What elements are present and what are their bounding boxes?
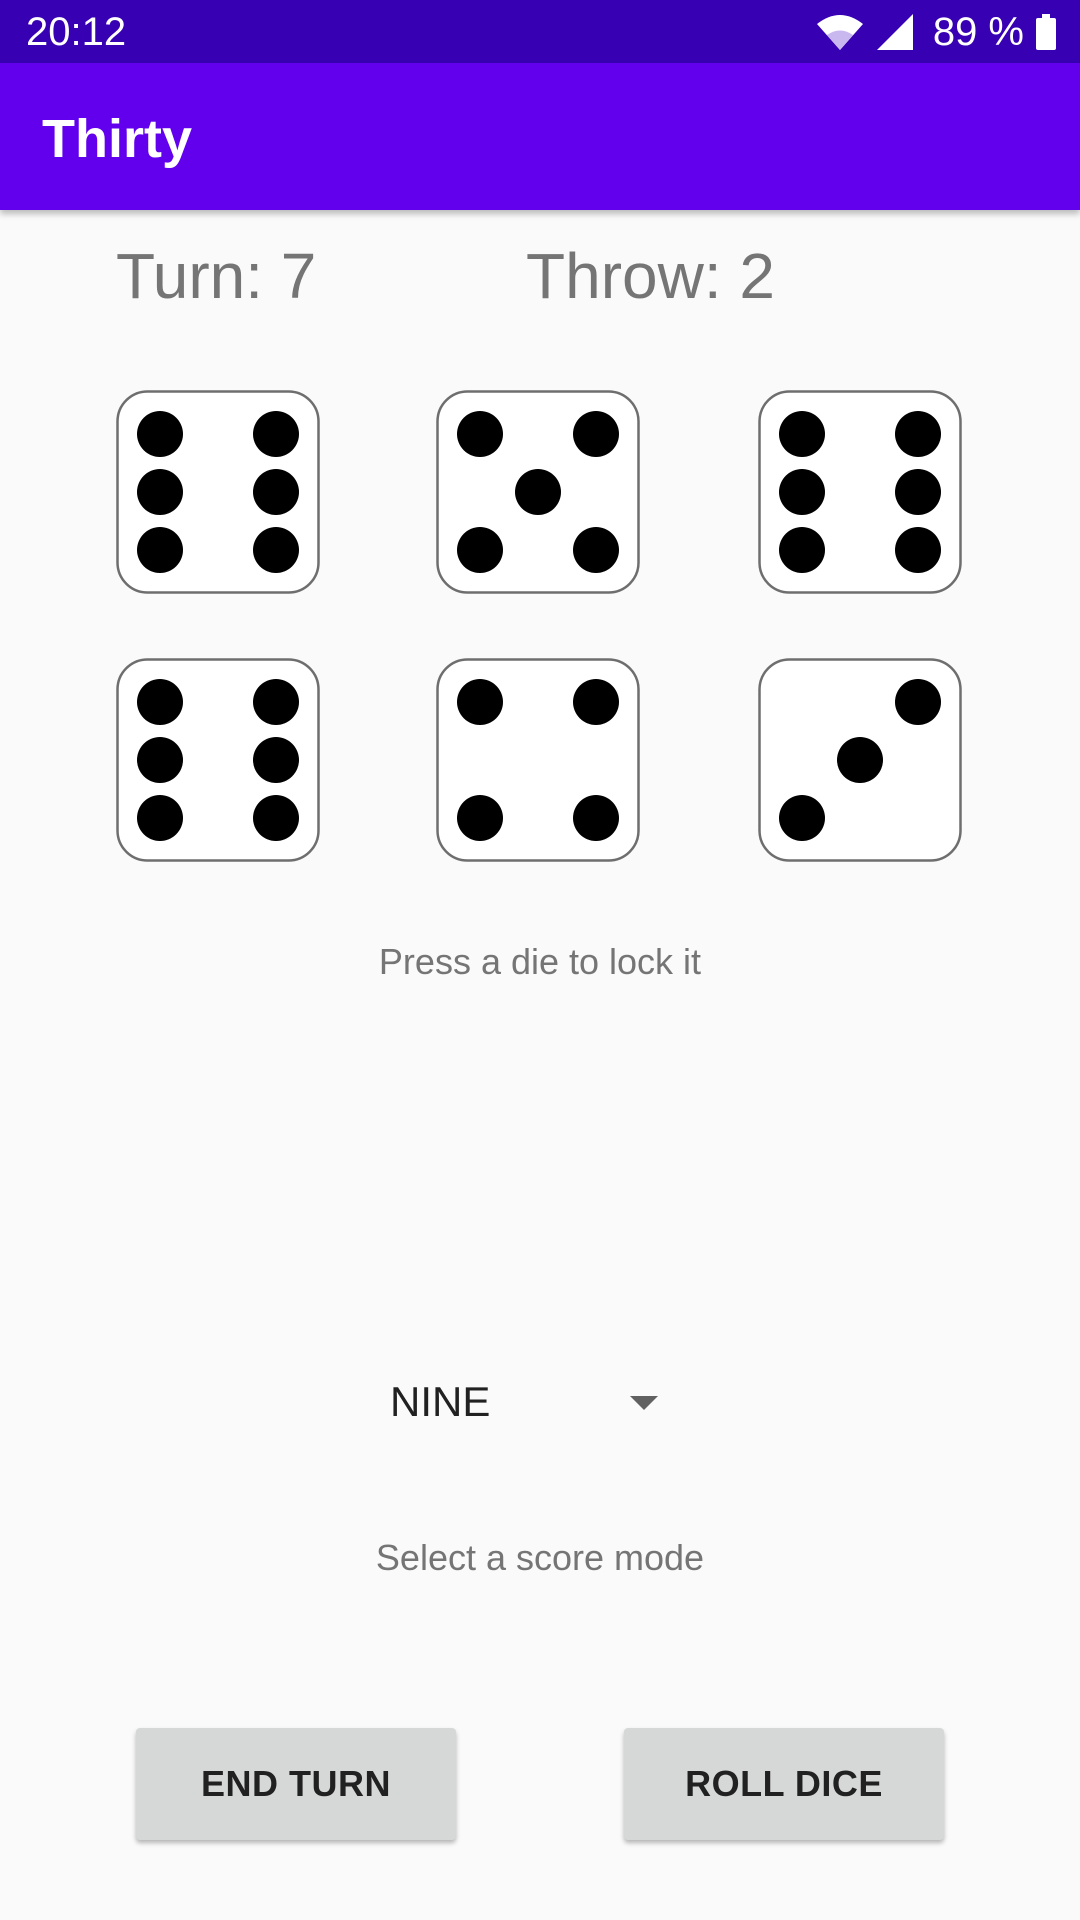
score-mode-spinner[interactable]: NINE xyxy=(372,1370,672,1434)
die-4[interactable] xyxy=(116,658,320,862)
die-face-icon xyxy=(758,658,962,862)
die-pip xyxy=(137,469,183,515)
signal-icon xyxy=(875,12,915,52)
die-pip xyxy=(137,737,183,783)
die-pip xyxy=(779,795,825,841)
die-pip xyxy=(253,679,299,725)
die-pip xyxy=(137,795,183,841)
end-turn-button[interactable]: END TURN xyxy=(136,1728,456,1840)
die-2[interactable] xyxy=(436,390,640,594)
die-pip xyxy=(573,527,619,573)
die-pip xyxy=(895,411,941,457)
die-pip xyxy=(253,795,299,841)
die-pip xyxy=(457,795,503,841)
die-pip xyxy=(779,411,825,457)
die-5[interactable] xyxy=(436,658,640,862)
die-pip xyxy=(837,737,883,783)
die-pip xyxy=(253,737,299,783)
die-face-icon xyxy=(436,390,640,594)
die-face-icon xyxy=(758,390,962,594)
die-6[interactable] xyxy=(758,658,962,862)
die-pip xyxy=(573,411,619,457)
status-bar: 20:12 89 % xyxy=(0,0,1080,63)
die-pip xyxy=(895,469,941,515)
die-face-icon xyxy=(436,658,640,862)
die-pip xyxy=(573,679,619,725)
die-pip xyxy=(573,795,619,841)
die-pip xyxy=(253,411,299,457)
battery-icon xyxy=(1036,14,1056,50)
dropdown-arrow-icon xyxy=(630,1396,658,1410)
die-pip xyxy=(779,527,825,573)
die-face-icon xyxy=(116,658,320,862)
die-pip xyxy=(253,527,299,573)
die-pip xyxy=(895,527,941,573)
app-title: Thirty xyxy=(42,109,193,169)
turn-counter: Turn: 7 xyxy=(116,240,317,312)
status-time: 20:12 xyxy=(26,10,127,54)
score-mode-hint: Select a score mode xyxy=(375,1537,705,1578)
status-icons: 89 % xyxy=(815,8,1056,56)
die-pip xyxy=(253,469,299,515)
die-pip xyxy=(457,527,503,573)
battery-percentage: 89 % xyxy=(932,10,1024,54)
wifi-icon xyxy=(815,12,865,52)
throw-counter: Throw: 2 xyxy=(526,240,775,312)
die-pip xyxy=(137,679,183,725)
die-3[interactable] xyxy=(758,390,962,594)
die-pip xyxy=(137,527,183,573)
die-pip xyxy=(457,411,503,457)
roll-dice-button[interactable]: ROLL DICE xyxy=(624,1728,944,1840)
score-mode-value: NINE xyxy=(390,1378,491,1425)
die-pip xyxy=(895,679,941,725)
die-pip xyxy=(457,679,503,725)
die-pip xyxy=(515,469,561,515)
lock-hint: Press a die to lock it xyxy=(378,941,702,982)
app-bar: Thirty xyxy=(0,63,1080,210)
die-pip xyxy=(779,469,825,515)
die-1[interactable] xyxy=(116,390,320,594)
die-pip xyxy=(137,411,183,457)
die-face-icon xyxy=(116,390,320,594)
